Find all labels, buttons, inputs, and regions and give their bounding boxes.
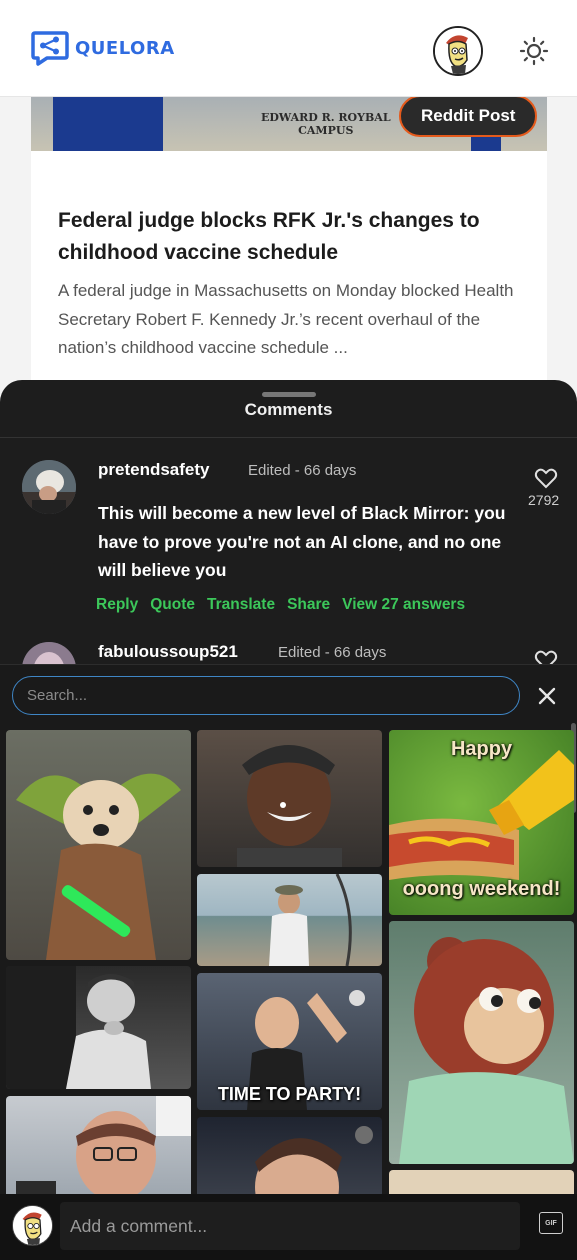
gif-man-portrait[interactable] (197, 1117, 382, 1194)
article-card[interactable]: EDWARD R. ROYBAL CAMPUS Reddit Post Fede… (31, 95, 547, 397)
comment-meta: Edited - 66 days (248, 462, 357, 479)
sheet-drag-handle[interactable] (262, 392, 316, 397)
gif-beach-man[interactable] (197, 874, 382, 966)
gif-button[interactable]: GIF (539, 1212, 563, 1234)
gif-monkey-puppet[interactable] (389, 921, 574, 1164)
cartoon-face-icon (13, 1206, 52, 1245)
app-logo[interactable]: QUELORA (31, 30, 175, 66)
app-name: QUELORA (75, 37, 175, 59)
close-icon[interactable] (535, 684, 559, 708)
comment-username[interactable]: fabuloussoup521 (98, 642, 238, 662)
cartoon-face-icon (435, 28, 481, 74)
share-logo-icon (31, 31, 69, 66)
divider (0, 437, 577, 438)
image-sign: EDWARD R. ROYBAL CAMPUS (261, 111, 391, 137)
comment-actions: Reply Quote Translate Share View 27 answ… (96, 596, 465, 614)
gif-caption: Happy (450, 738, 513, 760)
user-avatar[interactable] (433, 26, 483, 76)
my-avatar[interactable] (12, 1205, 53, 1246)
reply-button[interactable]: Reply (96, 596, 138, 614)
comment-composer: Add a comment... GIF (0, 1194, 577, 1260)
view-answers-button[interactable]: View 27 answers (342, 596, 465, 614)
article-title[interactable]: Federal judge blocks RFK Jr.'s changes t… (58, 205, 528, 269)
like-count: 2792 (528, 492, 560, 508)
gif-search-input[interactable] (12, 676, 520, 715)
comment-text: This will become a new level of Black Mi… (98, 503, 506, 580)
gif-caption: TIME TO PARTY! (217, 1084, 362, 1104)
share-button[interactable]: Share (287, 596, 330, 614)
sheet-title: Comments (244, 400, 333, 419)
source-badge[interactable]: Reddit Post (399, 95, 538, 137)
gif-dog-costume[interactable] (6, 730, 191, 960)
comment-meta: Edited - 66 days (278, 644, 387, 661)
gif-man-glasses[interactable] (6, 1096, 191, 1194)
translate-button[interactable]: Translate (207, 596, 275, 614)
sun-icon[interactable] (519, 36, 549, 66)
article-excerpt: A federal judge in Massachusetts on Mond… (58, 281, 514, 357)
gif-happy-weekend[interactable]: Happy ooong weekend! (389, 730, 574, 915)
gif-thinking-kid[interactable] (6, 966, 191, 1089)
commenter-avatar[interactable] (22, 460, 76, 514)
gif-picker: TIME TO PARTY! Happy ooong weekend! (0, 664, 577, 1194)
gif-caption: ooong weekend! (402, 878, 561, 900)
heart-icon[interactable] (534, 467, 558, 489)
gif-partial[interactable] (389, 1170, 574, 1194)
quote-button[interactable]: Quote (150, 596, 195, 614)
gif-time-to-party[interactable]: TIME TO PARTY! (197, 973, 382, 1110)
comment-username[interactable]: pretendsafety (98, 460, 209, 480)
gif-laughing-man[interactable] (197, 730, 382, 867)
top-header: QUELORA (0, 0, 577, 97)
add-comment-input[interactable]: Add a comment... (60, 1202, 520, 1250)
